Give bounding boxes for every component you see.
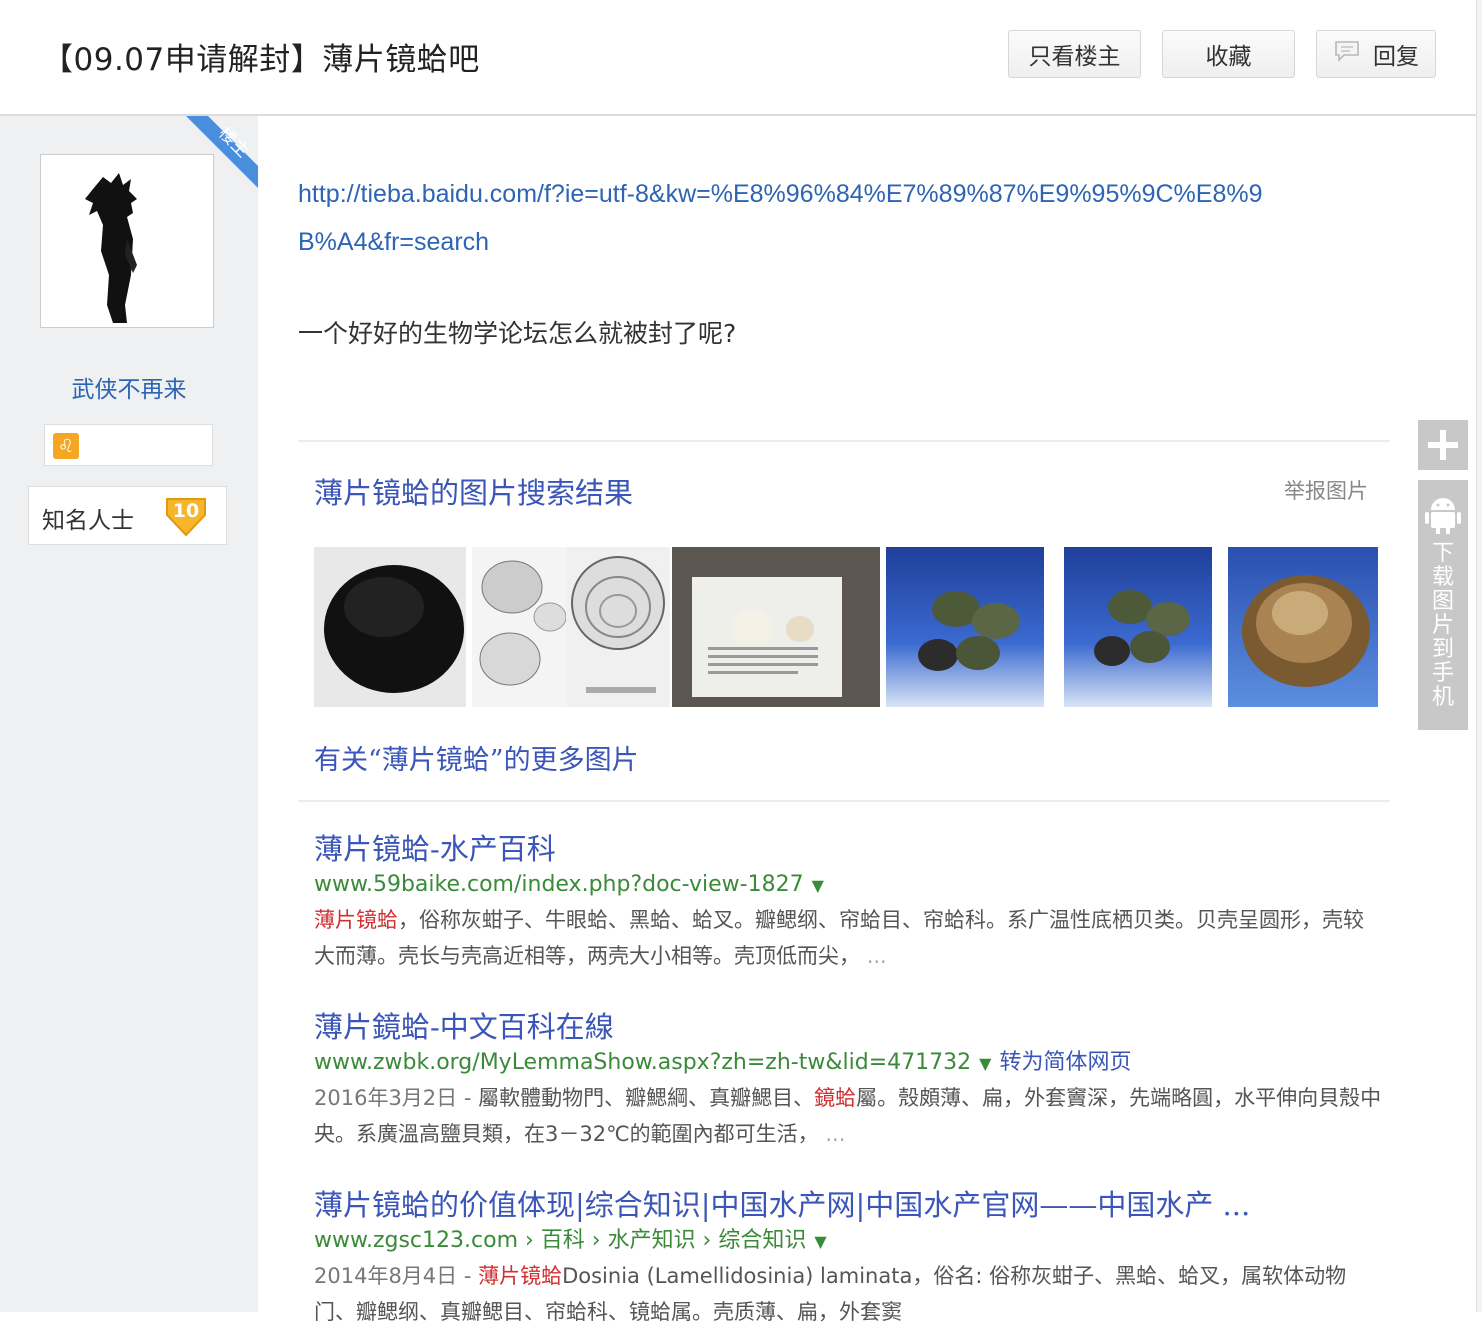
result-date: 2014年8月4日 - <box>314 1264 479 1288</box>
search-result: 薄片镜蛤的价值体现|综合知识|中国水产网|中国水产官网——中国水产 ... ww… <box>314 1186 1384 1330</box>
rank-box[interactable]: 知名人士 10 <box>28 486 227 545</box>
snippet-highlight: 鏡蛤 <box>814 1086 857 1110</box>
result-url-text: www.59baike.com/index.php?doc-view-1827 <box>314 872 804 897</box>
thread-header: 【09.07申请解封】薄片镜蛤吧 只看楼主 收藏 回复 <box>0 0 1476 116</box>
image-search-title[interactable]: 薄片镜蛤的图片搜索结果 <box>314 470 633 512</box>
favorite-button[interactable]: 收藏 <box>1162 30 1295 78</box>
result-title-link[interactable]: 薄片鏡蛤-中文百科在線 <box>314 1008 1384 1046</box>
result-snippet: 2014年8月4日 - 薄片镜蛤Dosinia (Lamellidosinia)… <box>314 1258 1384 1330</box>
rank-title: 知名人士 <box>42 508 134 534</box>
divider <box>298 800 1390 802</box>
op-corner-badge: 楼主 <box>186 116 258 188</box>
translate-link[interactable]: 转为简体网页 <box>999 1050 1131 1075</box>
dropdown-arrow-icon[interactable]: ▼ <box>812 876 824 895</box>
result-url-text: www.zwbk.org/MyLemmaShow.aspx?zh=zh-tw&l… <box>314 1050 972 1075</box>
download-to-phone-label: 下载图片到手机 <box>1431 541 1454 710</box>
result-title-link[interactable]: 薄片镜蛤-水产百科 <box>314 830 1384 868</box>
search-result: 薄片镜蛤-水产百科 www.59baike.com/index.php?doc-… <box>314 830 1384 974</box>
only-op-button[interactable]: 只看楼主 <box>1008 30 1141 78</box>
more-images-link[interactable]: 有关“薄片镜蛤”的更多图片 <box>314 738 639 777</box>
result-title-link[interactable]: 薄片镜蛤的价值体现|综合知识|中国水产网|中国水产官网——中国水产 ... <box>314 1186 1384 1224</box>
download-to-phone-button[interactable]: 下载图片到手机 <box>1418 480 1468 730</box>
thumb-clam-specimen-card[interactable] <box>672 547 880 707</box>
comment-bubble-icon <box>1333 39 1361 69</box>
snippet-ellipsis: ... <box>866 944 887 968</box>
thumb-clams-blue-1[interactable] <box>886 547 1044 707</box>
user-icon-bar: ♌ <box>44 424 213 466</box>
snippet-text: 屬軟體動物門、瓣鰓綱、真瓣鰓目、 <box>478 1086 815 1110</box>
add-button[interactable] <box>1418 420 1468 470</box>
snippet-text: ，俗称灰蚶子、牛眼蛤、黑蛤、蛤叉。瓣鳃纲、帘蛤目、帘蛤科。系广温性底栖贝类。贝壳… <box>314 908 1364 968</box>
thumb-clam-drawing-black[interactable] <box>314 547 466 707</box>
level-number: 10 <box>173 500 199 522</box>
leo-zodiac-icon[interactable]: ♌ <box>53 433 79 459</box>
thread-title: 【09.07申请解封】薄片镜蛤吧 <box>42 42 480 78</box>
reply-button[interactable]: 回复 <box>1316 30 1436 78</box>
thumb-clam-single-brown[interactable] <box>1228 547 1378 707</box>
dropdown-arrow-icon[interactable]: ▼ <box>814 1232 826 1251</box>
thumb-clam-drawing-shell[interactable] <box>566 547 670 707</box>
divider <box>298 440 1390 442</box>
dropdown-arrow-icon[interactable]: ▼ <box>979 1054 991 1073</box>
level-badge-icon: 10 <box>163 493 209 537</box>
search-result: 薄片鏡蛤-中文百科在線 www.zwbk.org/MyLemmaShow.asp… <box>314 1008 1384 1152</box>
android-icon <box>1425 498 1461 534</box>
snippet-highlight: 薄片镜蛤 <box>314 908 398 932</box>
result-url: www.zwbk.org/MyLemmaShow.aspx?zh=zh-tw&l… <box>314 1046 1384 1080</box>
snippet-highlight: 薄片镜蛤 <box>478 1264 563 1288</box>
thumb-clams-blue-2[interactable] <box>1064 547 1212 707</box>
result-date: 2016年3月2日 - <box>314 1086 479 1110</box>
post-text: 一个好好的生物学论坛怎么就被封了呢? <box>298 319 737 348</box>
image-thumbnails <box>314 547 1378 707</box>
author-name[interactable]: 武侠不再来 <box>0 370 258 404</box>
report-image-link[interactable]: 举报图片 <box>1284 475 1368 505</box>
result-snippet: 2016年3月2日 - 屬軟體動物門、瓣鰓綱、真瓣鰓目、鏡蛤屬。殼頗薄、扁，外套… <box>314 1080 1384 1152</box>
result-url: www.59baike.com/index.php?doc-view-1827 ▼ <box>314 868 1384 902</box>
snippet-ellipsis: ... <box>825 1122 846 1146</box>
thumb-clam-drawing-pair[interactable] <box>472 547 566 707</box>
plus-icon <box>1428 430 1458 460</box>
result-snippet: 薄片镜蛤，俗称灰蚶子、牛眼蛤、黑蛤、蛤叉。瓣鳃纲、帘蛤目、帘蛤科。系广温性底栖贝… <box>314 902 1384 974</box>
reply-label: 回复 <box>1373 44 1419 70</box>
post-link[interactable]: http://tieba.baidu.com/f?ie=utf-8&kw=%E8… <box>298 170 1298 266</box>
result-url-text: www.zgsc123.com › 百科 › 水产知识 › 综合知识 <box>314 1228 807 1253</box>
result-url: www.zgsc123.com › 百科 › 水产知识 › 综合知识 ▼ <box>314 1224 1384 1258</box>
scrollbar-track[interactable] <box>1476 0 1482 1312</box>
